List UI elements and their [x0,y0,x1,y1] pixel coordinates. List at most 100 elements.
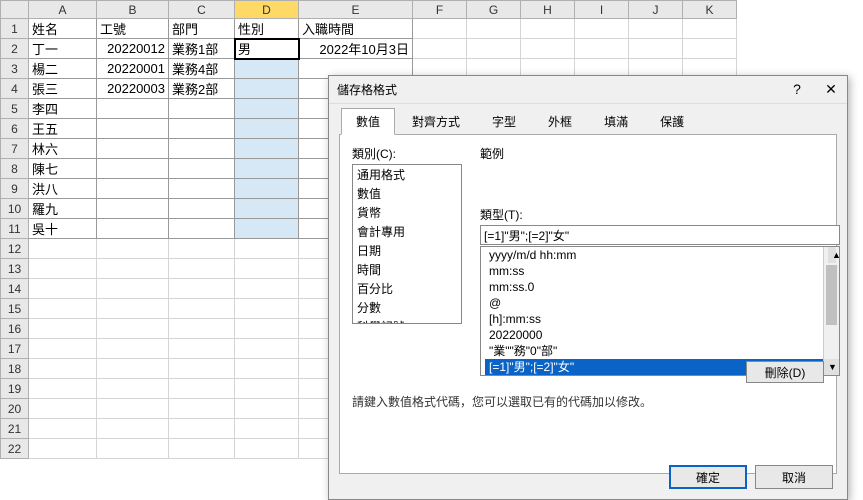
cell[interactable] [29,359,97,379]
cell[interactable] [235,379,299,399]
tab-3[interactable]: 外框 [533,108,587,135]
cancel-button[interactable]: 取消 [755,465,833,489]
format-item[interactable]: 20220000 [485,327,835,343]
cell[interactable] [97,379,169,399]
cell[interactable] [97,139,169,159]
column-header[interactable]: E [299,1,413,19]
row-header[interactable]: 13 [1,259,29,279]
cell[interactable] [235,99,299,119]
cell[interactable] [29,379,97,399]
cell[interactable] [169,299,235,319]
cell[interactable] [97,259,169,279]
category-item[interactable]: 會計專用 [353,222,461,241]
tab-5[interactable]: 保護 [645,108,699,135]
dialog-titlebar[interactable]: 儲存格格式 ? ✕ [329,76,847,104]
format-item[interactable]: mm:ss.0 [485,279,835,295]
cell[interactable]: 業務4部 [169,59,235,79]
cell[interactable]: 工號 [97,19,169,39]
cell[interactable] [97,159,169,179]
column-header[interactable]: B [97,1,169,19]
row-header[interactable]: 17 [1,339,29,359]
scroll-thumb[interactable] [826,265,837,325]
cell[interactable] [235,139,299,159]
cell[interactable] [235,439,299,459]
cell[interactable] [235,159,299,179]
cell[interactable] [629,19,683,39]
column-header[interactable]: H [521,1,575,19]
cell[interactable]: 20220001 [97,59,169,79]
row-header[interactable]: 1 [1,19,29,39]
cell[interactable] [575,19,629,39]
cell[interactable] [629,39,683,59]
cell[interactable] [97,119,169,139]
cell[interactable] [235,79,299,99]
cell[interactable] [169,119,235,139]
cell[interactable] [169,139,235,159]
cell[interactable] [97,439,169,459]
cell[interactable] [235,179,299,199]
cell[interactable]: 羅九 [29,199,97,219]
column-header[interactable]: A [29,1,97,19]
cell[interactable] [467,19,521,39]
cell[interactable] [169,259,235,279]
cell[interactable] [169,219,235,239]
cell[interactable] [169,379,235,399]
cell[interactable] [235,399,299,419]
tab-4[interactable]: 填滿 [589,108,643,135]
cell[interactable]: 張三 [29,79,97,99]
tab-2[interactable]: 字型 [477,108,531,135]
category-item[interactable]: 通用格式 [353,165,461,184]
cell[interactable]: 20220003 [97,79,169,99]
cell[interactable] [169,279,235,299]
row-header[interactable]: 18 [1,359,29,379]
cell[interactable] [97,199,169,219]
cell[interactable] [97,179,169,199]
row-header[interactable]: 5 [1,99,29,119]
format-listbox[interactable]: yyyy/m/d hh:mmmm:ssmm:ss.0@[h]:mm:ss2022… [480,246,840,376]
cell[interactable] [683,19,737,39]
cell[interactable] [235,219,299,239]
scroll-up-button[interactable]: ▲ [828,247,836,263]
cell[interactable] [521,19,575,39]
row-header[interactable]: 21 [1,419,29,439]
format-item[interactable]: "業""務"0"部" [485,343,835,359]
cell[interactable]: 部門 [169,19,235,39]
scroll-down-button[interactable]: ▼ [824,359,839,375]
cell[interactable] [29,299,97,319]
column-header[interactable]: J [629,1,683,19]
cell[interactable] [97,319,169,339]
row-header[interactable]: 9 [1,179,29,199]
row-header[interactable]: 22 [1,439,29,459]
cell[interactable] [169,419,235,439]
format-item[interactable]: mm:ss [485,263,835,279]
cell[interactable] [575,39,629,59]
column-header[interactable]: F [413,1,467,19]
cell[interactable] [97,399,169,419]
cell[interactable]: 吳十 [29,219,97,239]
cell[interactable] [169,359,235,379]
column-header[interactable]: G [467,1,521,19]
category-item[interactable]: 百分比 [353,279,461,298]
cell[interactable]: 20220012 [97,39,169,59]
column-header[interactable]: D [235,1,299,19]
cell[interactable] [521,39,575,59]
cell[interactable] [97,279,169,299]
cell[interactable]: 入職時間 [299,19,413,39]
cell[interactable] [169,199,235,219]
cell[interactable]: 丁一 [29,39,97,59]
cell[interactable] [169,439,235,459]
cell[interactable] [29,319,97,339]
cell[interactable] [97,419,169,439]
cell[interactable] [29,399,97,419]
cell[interactable] [235,259,299,279]
category-item[interactable]: 科學記號 [353,317,461,324]
cell[interactable]: 楊二 [29,59,97,79]
cell[interactable] [97,99,169,119]
row-header[interactable]: 7 [1,139,29,159]
cell[interactable]: 李四 [29,99,97,119]
cell[interactable]: 姓名 [29,19,97,39]
cell[interactable] [413,39,467,59]
cell[interactable] [235,119,299,139]
cell[interactable] [235,339,299,359]
row-header[interactable]: 11 [1,219,29,239]
